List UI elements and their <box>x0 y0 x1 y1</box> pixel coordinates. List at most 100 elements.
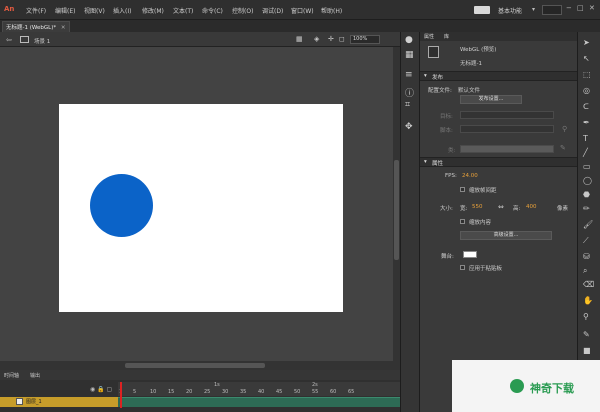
minimize-button[interactable]: − <box>566 4 572 12</box>
link-icon[interactable]: ⇔ <box>498 203 504 211</box>
chevron-down-icon[interactable]: ▾ <box>532 6 535 13</box>
height-value[interactable]: 400 <box>526 204 537 210</box>
publish-settings-button[interactable]: 发布设置... <box>460 95 522 104</box>
menu-debug[interactable]: 调试(D) <box>262 6 283 15</box>
script-label: 脚本: <box>440 128 453 134</box>
frame-number: 60 <box>330 389 337 395</box>
close-icon[interactable]: ✕ <box>61 25 66 31</box>
search-input[interactable] <box>542 5 562 15</box>
document-tab[interactable]: 无标题-1 (WebGL)* ✕ <box>2 21 70 32</box>
clip-icon[interactable]: ◻ <box>339 35 345 43</box>
frame-number: 15 <box>168 389 175 395</box>
chevron-down-icon[interactable]: ▾ <box>424 73 427 79</box>
selection-tool-icon[interactable]: ➤ <box>583 38 590 47</box>
frame-track[interactable] <box>118 397 400 407</box>
maximize-button[interactable]: □ <box>577 4 584 12</box>
seconds-label: 1s <box>214 382 220 388</box>
menu-view[interactable]: 视图(V) <box>84 6 105 15</box>
components-icon[interactable]: ✥ <box>405 122 413 132</box>
size-label: 大小: <box>440 206 453 212</box>
frame-number: 20 <box>186 389 193 395</box>
apply-pasteboard-checkbox[interactable] <box>460 265 465 270</box>
publish-section-header[interactable] <box>420 71 577 81</box>
pencil-icon[interactable]: ✎ <box>560 144 566 152</box>
tab-library[interactable]: 库 <box>444 33 449 40</box>
zoom-tool-icon[interactable]: ⚲ <box>583 312 589 321</box>
frame-number: 5 <box>133 389 137 395</box>
workspace-label[interactable]: 基本功能 <box>498 6 522 15</box>
layer-visibility-lock-icons[interactable]: ◉ 🔒 ▢ <box>90 386 112 393</box>
pencil-tool-icon[interactable]: ✏ <box>583 204 590 213</box>
tab-output[interactable]: 输出 <box>30 372 40 379</box>
height-label: 高: <box>513 206 521 212</box>
menu-modify[interactable]: 修改(M) <box>142 6 164 15</box>
class-input[interactable] <box>460 145 554 153</box>
3d-rotation-tool-icon[interactable]: ◎ <box>583 86 590 95</box>
blue-circle-shape[interactable] <box>90 174 153 237</box>
eyedropper-tool-icon[interactable]: ⌕ <box>583 266 587 276</box>
align-icon[interactable]: ≡ <box>405 70 413 80</box>
properties-section-header[interactable] <box>420 157 577 167</box>
document-name: 无标题-1 <box>460 61 482 67</box>
free-transform-tool-icon[interactable]: ⬚ <box>583 70 591 79</box>
document-tab-title: 无标题-1 (WebGL)* <box>6 25 57 31</box>
scale-span-label: 缩放帧间距 <box>469 188 497 194</box>
lasso-tool-icon[interactable]: ᑕ <box>583 102 589 111</box>
zoom-select[interactable]: 100% <box>350 35 380 44</box>
close-button[interactable]: ✕ <box>589 4 595 12</box>
frame-number: 35 <box>240 389 247 395</box>
subselection-tool-icon[interactable]: ↖ <box>583 54 590 63</box>
layer-icon <box>16 398 23 405</box>
menu-file[interactable]: 文件(F) <box>26 6 46 15</box>
menu-text[interactable]: 文本(T) <box>173 6 193 15</box>
tab-timeline[interactable]: 时间轴 <box>4 372 19 379</box>
menu-control[interactable]: 控制(O) <box>232 6 253 15</box>
brush-tool-icon[interactable]: 🖌 <box>583 220 593 229</box>
back-arrow-icon[interactable]: ⇦ <box>6 36 12 44</box>
scale-content-checkbox[interactable] <box>460 219 465 224</box>
menu-window[interactable]: 窗口(W) <box>291 6 314 15</box>
document-icon <box>428 46 439 58</box>
polystar-tool-icon[interactable]: ⬣ <box>583 190 590 199</box>
fill-color-icon[interactable]: ■ <box>583 346 591 355</box>
color-icon[interactable]: ● <box>405 35 413 45</box>
transform-icon[interactable]: ⌗ <box>405 100 410 110</box>
scale-span-checkbox[interactable] <box>460 187 465 192</box>
tab-properties[interactable]: 属性 <box>424 33 434 40</box>
menu-edit[interactable]: 编辑(E) <box>55 6 75 15</box>
wrench-icon[interactable]: ⚲ <box>562 125 567 133</box>
line-tool-icon[interactable]: ╱ <box>583 148 588 157</box>
chevron-down-icon[interactable]: ▾ <box>424 159 427 165</box>
script-select[interactable] <box>460 125 554 133</box>
pen-tool-icon[interactable]: ✒ <box>583 118 590 127</box>
text-tool-icon[interactable]: T <box>583 134 588 143</box>
edit-symbol-icon[interactable]: ◈ <box>314 35 319 43</box>
width-label: 宽: <box>460 206 468 212</box>
target-select[interactable] <box>460 111 554 119</box>
fps-value[interactable]: 24.00 <box>462 173 478 179</box>
eraser-tool-icon[interactable]: ⌫ <box>583 280 594 289</box>
properties-header: 属性 <box>432 161 444 167</box>
paint-bucket-tool-icon[interactable]: ⛁ <box>583 252 590 261</box>
crosshair-icon[interactable]: ✛ <box>328 35 334 43</box>
oval-tool-icon[interactable]: ◯ <box>583 176 592 185</box>
frame-number: 65 <box>348 389 355 395</box>
bone-tool-icon[interactable]: ⟋ <box>583 236 589 246</box>
advanced-settings-button[interactable]: 高级设置... <box>460 231 552 240</box>
info-icon[interactable]: ⓘ <box>405 86 414 99</box>
stage-color-swatch[interactable] <box>463 251 477 258</box>
vertical-scroll-thumb[interactable] <box>394 160 399 260</box>
menu-commands[interactable]: 命令(C) <box>202 6 223 15</box>
stroke-color-icon[interactable]: ✎ <box>583 330 590 339</box>
playhead[interactable] <box>120 382 122 408</box>
workspace-switch-icon[interactable] <box>474 6 490 14</box>
hand-tool-icon[interactable]: ✋ <box>583 296 593 305</box>
rectangle-tool-icon[interactable]: ▭ <box>583 162 591 171</box>
width-value[interactable]: 550 <box>472 204 483 210</box>
menu-help[interactable]: 帮助(H) <box>321 6 342 15</box>
menu-insert[interactable]: 插入(I) <box>113 6 131 15</box>
horizontal-scroll-thumb[interactable] <box>125 363 265 368</box>
layer-name[interactable]: 图层_1 <box>26 398 42 405</box>
edit-scene-icon[interactable]: ▦ <box>296 35 303 43</box>
swatches-icon[interactable]: ▦ <box>405 50 414 60</box>
